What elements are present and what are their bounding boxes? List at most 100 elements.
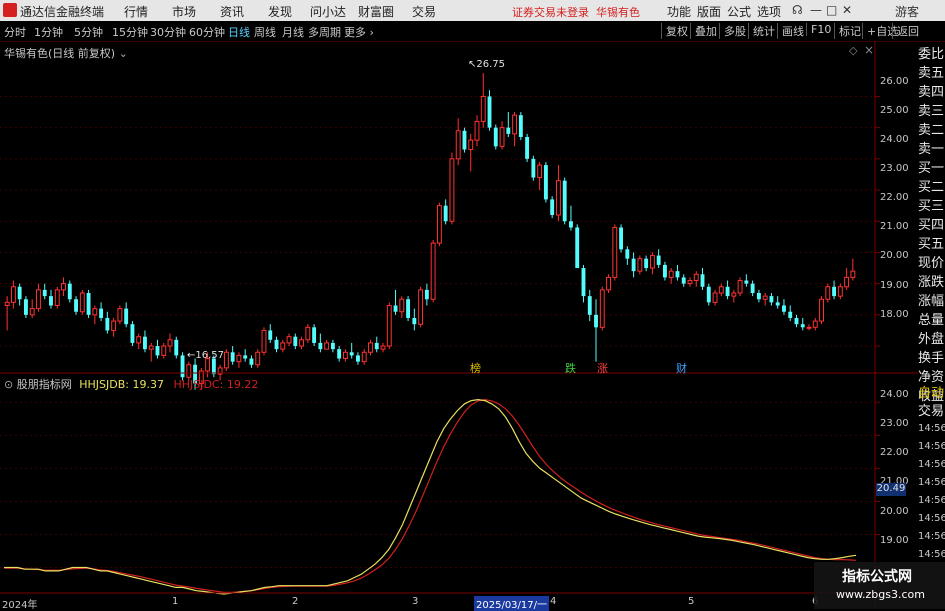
indicator-tick: 24.00 [880, 389, 909, 400]
period-more[interactable]: 更多 › [344, 24, 374, 40]
period-60min[interactable]: 60分钟 [189, 24, 225, 40]
candle-body-down [462, 130, 467, 150]
candle-body-down [625, 249, 630, 259]
event-marker-finance[interactable]: 财 [676, 360, 687, 376]
tool-multi-stock[interactable]: 多股 [719, 23, 746, 39]
tool-draw[interactable]: 画线 [777, 23, 804, 39]
period-5min[interactable]: 5分钟 [74, 24, 103, 40]
indicator-name[interactable]: 股朋指标网 [17, 378, 72, 391]
candle-body-up [299, 339, 305, 347]
candle-body-down [506, 127, 511, 134]
candle-body-down [750, 283, 755, 293]
candle-body-up [637, 258, 643, 272]
candle-body-down [393, 305, 398, 312]
indicator-current-value: 20.49 [876, 483, 906, 496]
candle-body-down [318, 342, 323, 350]
candle-body-down [337, 349, 342, 359]
diamond-icon[interactable]: ◇ [849, 44, 857, 57]
candle-body-down [130, 324, 135, 343]
period-weekly[interactable]: 周线 [254, 24, 276, 40]
candle-body-up [136, 336, 142, 344]
tool-mark[interactable]: 标记 [834, 23, 861, 39]
menu-item-trade[interactable]: 交易 [400, 3, 448, 20]
menu-item-layout[interactable]: 版面 [694, 3, 724, 20]
collapse-icon[interactable]: ⌄ [119, 47, 128, 60]
order-book-panel: 委比 卖五 卖四 卖三 卖二 卖一 买一 买二 买三 买四 买五 现价 涨跌 涨… [918, 45, 945, 406]
indicator-settings-icon[interactable]: ⊙ [4, 378, 13, 391]
candle-body-up [837, 286, 843, 297]
restore-icon[interactable]: □ [826, 3, 837, 17]
candle-body-up [386, 304, 392, 347]
x-axis-label: 3 [412, 596, 419, 607]
candle-body-down [794, 317, 799, 325]
chart-canvas[interactable] [0, 41, 918, 609]
candle-body-up [693, 273, 699, 282]
period-30min[interactable]: 30分钟 [150, 24, 186, 40]
indicator-tick: 23.00 [880, 418, 909, 429]
menu-item-ask[interactable]: 问小达 [304, 3, 352, 20]
login-warning[interactable]: 证券交易未登录 华锡有色 [512, 4, 640, 20]
indicator-tick: 19.00 [880, 535, 909, 546]
guest-label[interactable]: 游客 [895, 3, 919, 20]
app-name: 通达信金融终端 [20, 5, 105, 19]
candle-body-down [518, 115, 523, 137]
close-icon[interactable]: ✕ [842, 3, 852, 17]
candle-body-down [99, 308, 104, 318]
menu-item-news[interactable]: 资讯 [208, 3, 256, 20]
event-marker-rank[interactable]: 榜 [470, 360, 481, 376]
period-multi[interactable]: 多周期 [308, 24, 341, 40]
candle-body-up [324, 342, 330, 350]
candle-body-down [249, 358, 254, 365]
candle-body-up [261, 329, 267, 353]
menu-item-options[interactable]: 选项 [754, 3, 784, 20]
headset-icon[interactable]: ☊ [792, 3, 803, 17]
menu-item-discover[interactable]: 发现 [256, 3, 304, 20]
candle-body-down [681, 277, 686, 284]
tool-overlay[interactable]: 叠加 [690, 23, 717, 39]
candle-body-down [493, 127, 498, 147]
panel-label-sell4: 卖四 [918, 85, 945, 100]
tool-back[interactable]: 返回 [892, 23, 919, 39]
trade-label[interactable]: 交易 [918, 402, 945, 421]
menu-item-formula[interactable]: 公式 [724, 3, 754, 20]
period-tick[interactable]: 分时 [4, 24, 26, 40]
menu-item-quotes[interactable]: 行情 [112, 3, 160, 20]
period-1min[interactable]: 1分钟 [34, 24, 63, 40]
candle-body-up [111, 320, 117, 331]
candle-body-up [850, 270, 856, 278]
tool-f10[interactable]: F10 [806, 23, 831, 36]
panel-label-outer: 外盘 [918, 332, 945, 347]
close-panel-icon[interactable]: × [864, 43, 874, 57]
candle-body-down [550, 199, 555, 215]
candle-body-down [412, 317, 417, 325]
candle-body-up [436, 205, 442, 244]
tool-stats[interactable]: 统计 [748, 23, 775, 39]
tool-adjust[interactable]: 复权 [661, 23, 688, 39]
candle-body-down [443, 205, 448, 222]
period-15min[interactable]: 15分钟 [112, 24, 148, 40]
candle-body-up [117, 308, 123, 322]
event-marker-rise[interactable]: 涨 [597, 360, 608, 376]
candle-body-up [167, 339, 173, 347]
high-price-value: 26.75 [476, 59, 506, 70]
candle-body-up [812, 320, 818, 328]
event-marker-fall[interactable]: 跌 [565, 360, 576, 376]
period-more-label[interactable]: 更多 [344, 26, 366, 39]
menu-item-wealth[interactable]: 财富圈 [352, 3, 400, 20]
candle-body-down [832, 286, 837, 297]
panel-label-volume: 总量 [918, 313, 945, 328]
candle-body-down [268, 330, 273, 340]
login-warning-text[interactable]: 证券交易未登录 [512, 6, 589, 19]
low-price-value: 16.57 [195, 350, 225, 361]
candle-body-up [368, 342, 373, 353]
period-monthly[interactable]: 月线 [282, 24, 304, 40]
menu-item-market[interactable]: 市场 [160, 3, 208, 20]
panel-label-buy5: 买五 [918, 237, 945, 252]
panel-label-change: 涨跌 [918, 275, 945, 290]
period-daily[interactable]: 日线 [228, 24, 250, 40]
auto-label[interactable]: 自动 [918, 384, 945, 403]
candle-body-up [430, 242, 436, 300]
stock-name-link[interactable]: 华锡有色 [596, 6, 640, 19]
menu-item-function[interactable]: 功能 [664, 3, 694, 20]
minimize-icon[interactable]: — [810, 3, 822, 17]
